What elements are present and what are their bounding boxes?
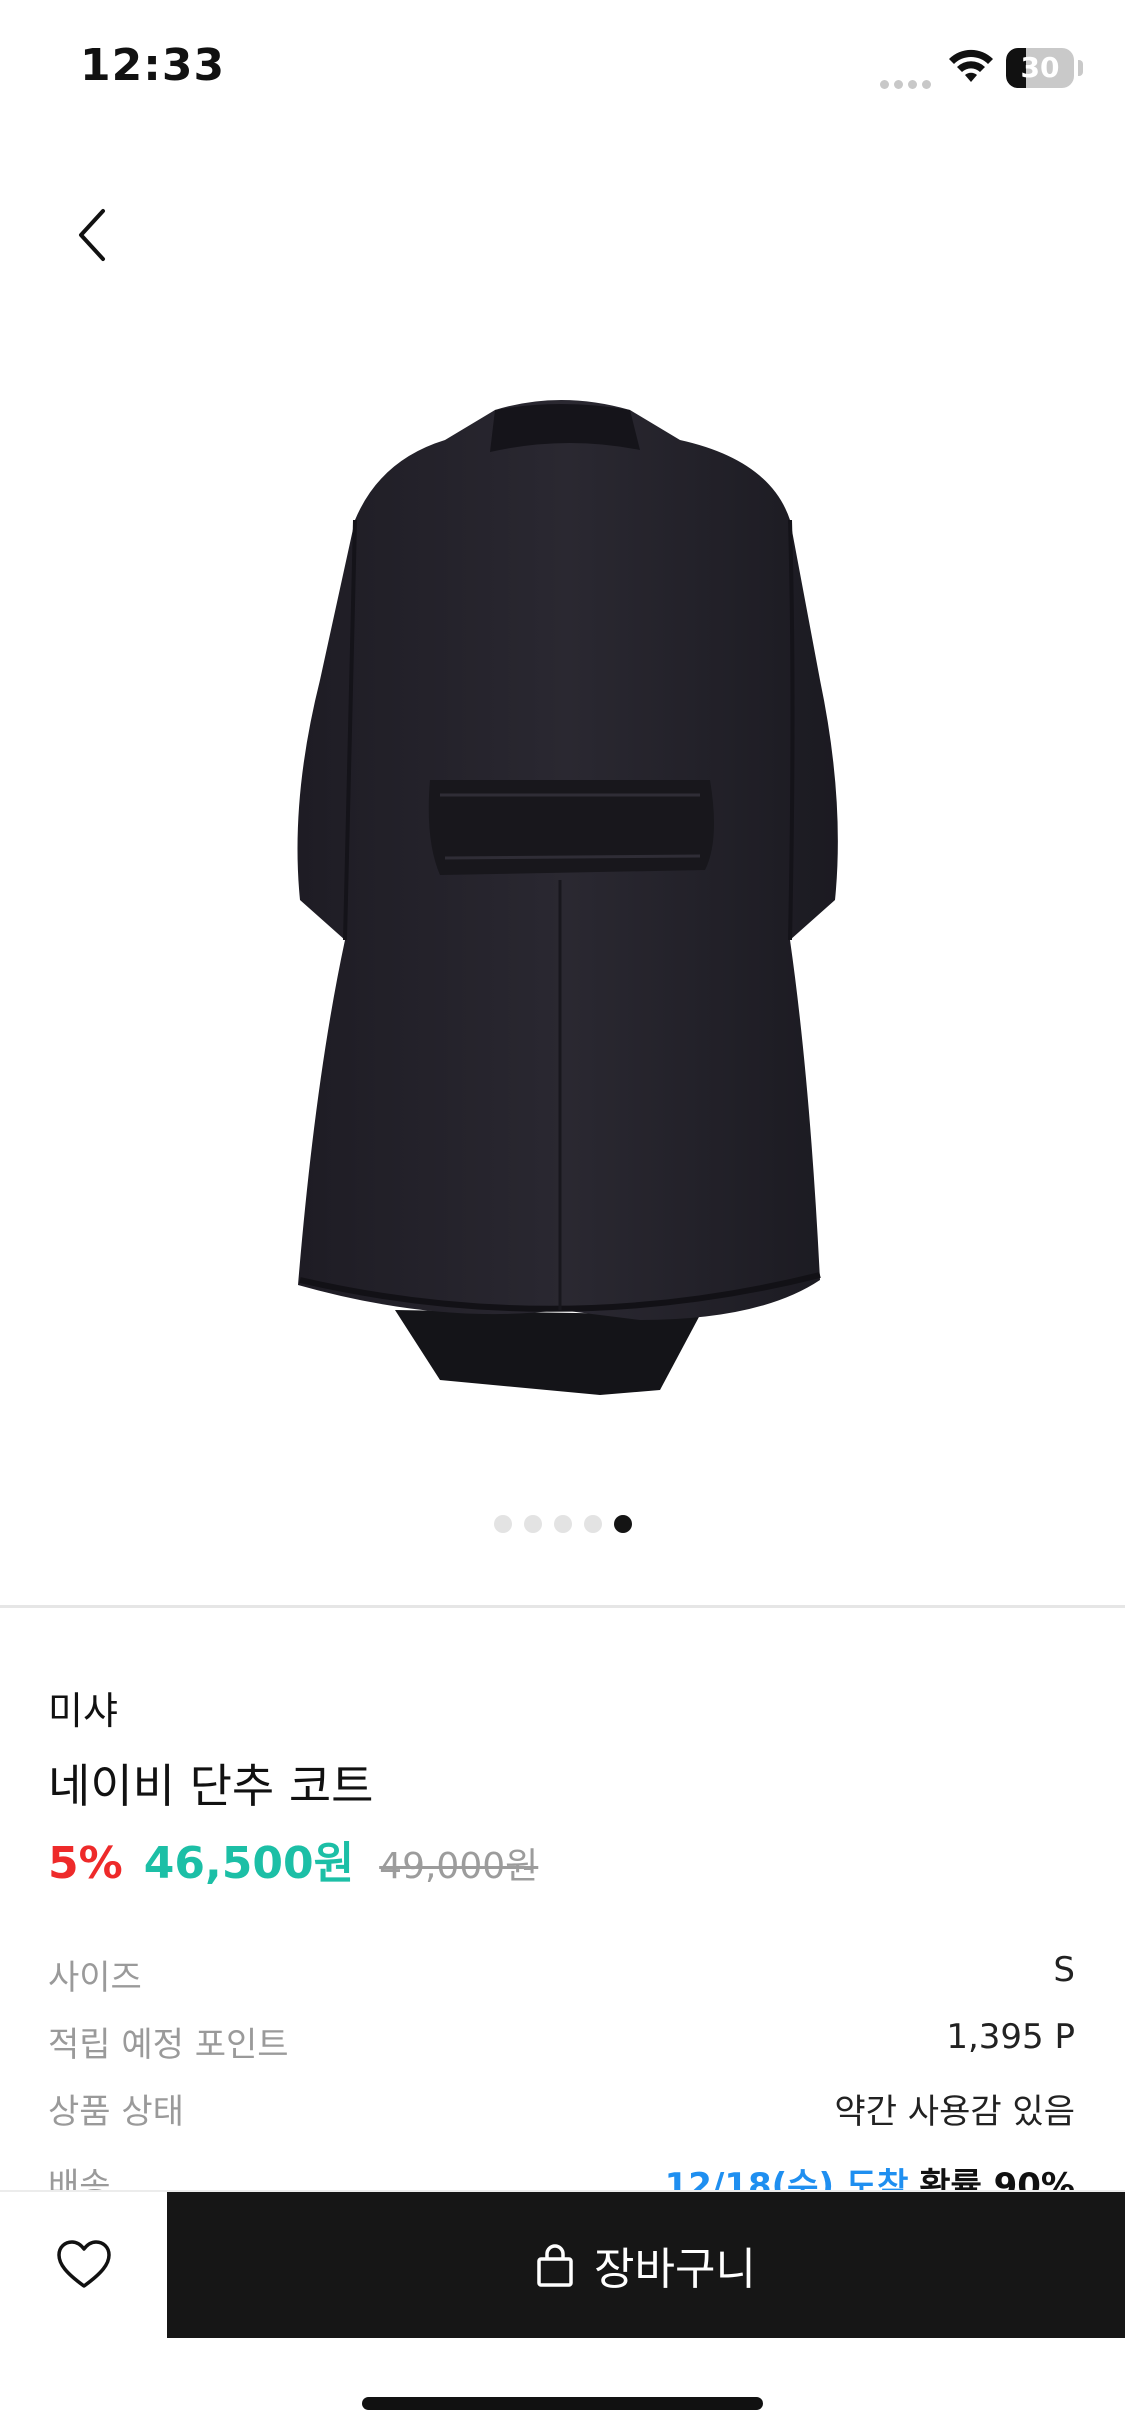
divider [0, 1605, 1125, 1608]
battery-level: 30 [1020, 51, 1060, 84]
carousel-indicator[interactable] [0, 1513, 1125, 1535]
spec-label: 사이즈 [48, 1958, 142, 1998]
price-row: 5% 46,500원 49,000원 [48, 1827, 539, 1889]
chevron-left-icon [79, 209, 105, 261]
product-image[interactable] [0, 380, 1125, 1440]
battery-cap [1078, 60, 1083, 76]
cellular-signal-icon [880, 74, 936, 93]
original-price: 49,000원 [379, 1846, 539, 1887]
carousel-dot[interactable] [583, 1514, 602, 1533]
carousel-dot[interactable] [553, 1514, 572, 1533]
status-time: 12:33 [80, 40, 226, 91]
sale-price: 46,500원 [143, 1838, 355, 1889]
spec-row-size: 사이즈 S [48, 1950, 1075, 2000]
spec-label: 적립 예정 포인트 [48, 2025, 289, 2065]
add-to-cart-button[interactable]: 장바구니 [167, 2192, 1125, 2338]
home-indicator [362, 2397, 763, 2410]
spec-value: 약간 사용감 있음 [834, 2092, 1075, 2132]
product-title: 네이비 단추 코트 [48, 1759, 374, 1813]
wishlist-button[interactable] [0, 2192, 167, 2338]
status-bar: 12:33 30 [0, 0, 1125, 140]
wifi-icon [948, 48, 994, 88]
shopping-bag-icon [537, 2244, 573, 2287]
discount-rate: 5% [48, 1838, 123, 1889]
battery-icon: 30 [1006, 48, 1074, 88]
cart-button-label: 장바구니 [594, 2244, 756, 2295]
carousel-dot[interactable] [613, 1514, 632, 1533]
spec-row-condition: 상품 상태 약간 사용감 있음 [48, 2084, 1075, 2134]
spec-row-points: 적립 예정 포인트 1,395 P [48, 2017, 1075, 2067]
heart-icon [56, 2240, 111, 2288]
spec-value: 1,395 P [946, 2017, 1075, 2057]
spec-value: S [1053, 1950, 1075, 1990]
bottom-action-bar: 장바구니 [0, 2190, 1125, 2338]
spec-label: 상품 상태 [48, 2092, 184, 2132]
brand-name[interactable]: 미샤 [48, 1680, 118, 1735]
back-button[interactable] [58, 200, 128, 270]
carousel-dot[interactable] [523, 1514, 542, 1533]
carousel-dot[interactable] [493, 1514, 512, 1533]
